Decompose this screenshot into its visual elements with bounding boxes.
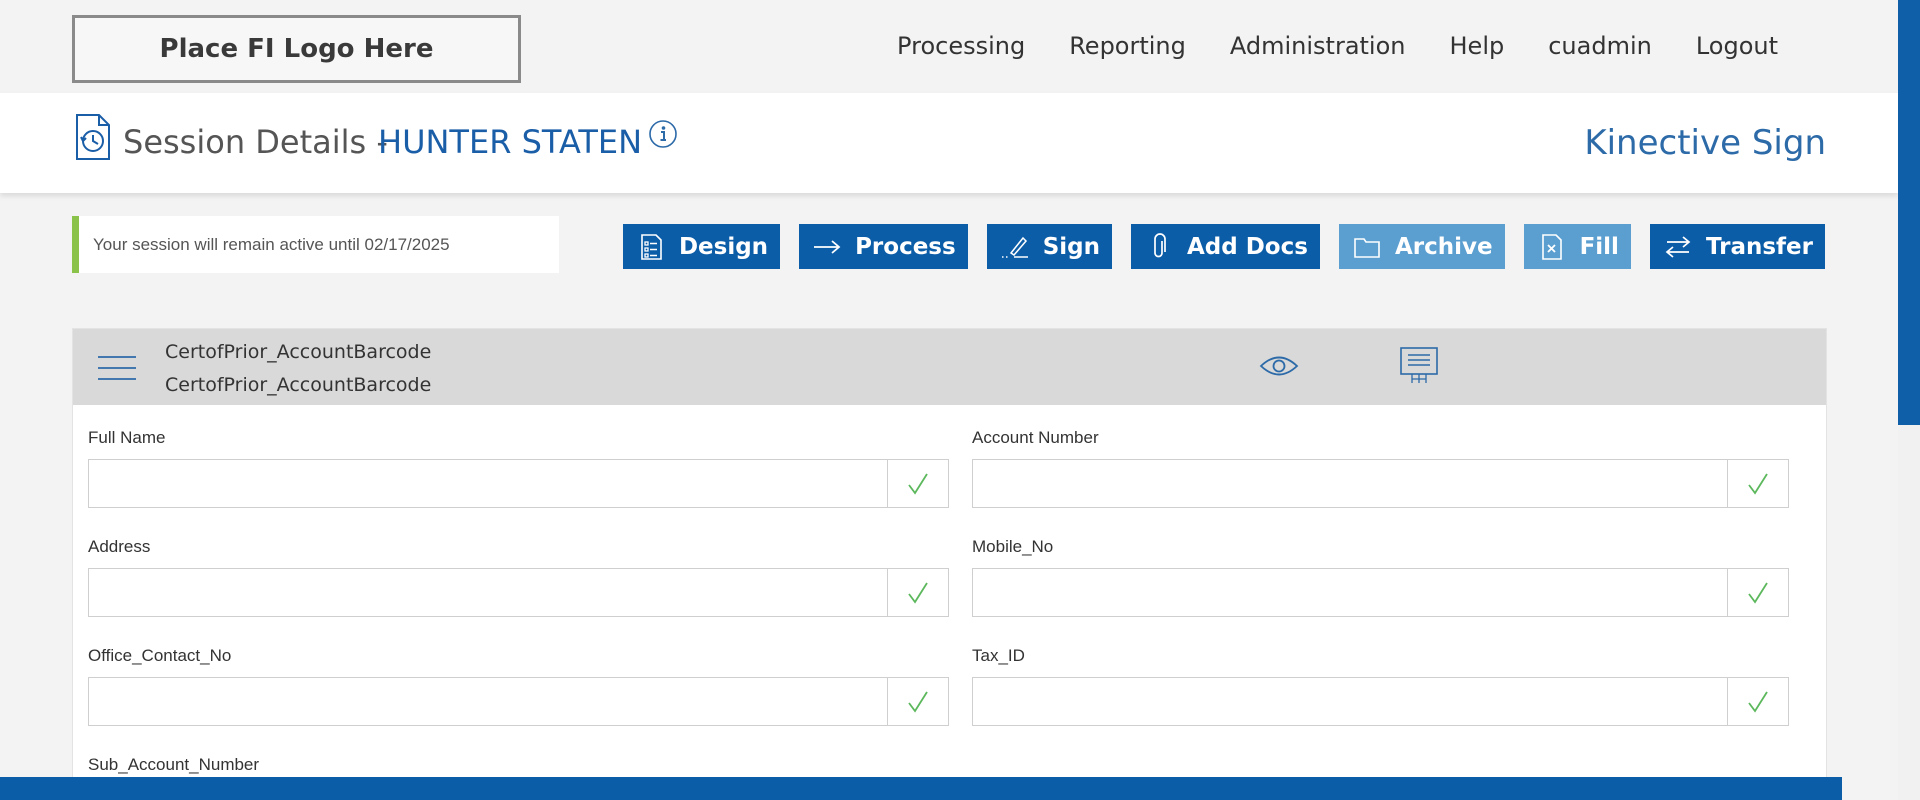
document-name: CertofPrior_AccountBarcode bbox=[165, 341, 432, 363]
mobile-no-input[interactable] bbox=[973, 569, 1727, 616]
swap-arrows-icon bbox=[1665, 235, 1691, 258]
tax-id-label: Tax_ID bbox=[972, 646, 1025, 665]
account-number-label: Account Number bbox=[972, 428, 1099, 447]
sign-button[interactable]: Sign bbox=[986, 224, 1112, 269]
account-number-input[interactable] bbox=[973, 460, 1727, 507]
account-number-valid bbox=[1727, 460, 1788, 507]
mobile-no-field bbox=[972, 568, 1789, 617]
full-name-input[interactable] bbox=[89, 460, 887, 507]
account-number-field bbox=[972, 459, 1789, 508]
archive-button-label: Archive bbox=[1394, 233, 1493, 260]
address-input[interactable] bbox=[89, 569, 887, 616]
tax-id-valid bbox=[1727, 678, 1788, 725]
customer-name: HUNTER STATEN bbox=[378, 123, 643, 161]
checkmark-icon bbox=[1748, 582, 1768, 604]
process-button-label: Process bbox=[855, 233, 956, 260]
history-document-icon bbox=[76, 114, 110, 160]
sub-account-number-label: Sub_Account_Number bbox=[88, 755, 260, 774]
add-docs-button-label: Add Docs bbox=[1186, 233, 1308, 260]
full-name-label: Full Name bbox=[88, 428, 166, 447]
side-strip-lower bbox=[1898, 425, 1920, 800]
fi-logo-placeholder: Place FI Logo Here bbox=[72, 15, 521, 83]
paperclip-icon bbox=[1154, 232, 1166, 257]
address-label: Address bbox=[88, 537, 151, 556]
document-subname: CertofPrior_AccountBarcode bbox=[165, 374, 432, 396]
office-contact-no-label: Office_Contact_No bbox=[88, 646, 232, 665]
checkmark-icon bbox=[908, 473, 928, 495]
checkmark-icon bbox=[908, 582, 928, 604]
folder-icon bbox=[1354, 237, 1380, 258]
design-button[interactable]: Design bbox=[622, 224, 781, 269]
fill-button-label: Fill bbox=[1579, 233, 1619, 260]
nav-help[interactable]: Help bbox=[1450, 32, 1505, 60]
transfer-button[interactable]: Transfer bbox=[1649, 224, 1825, 269]
tax-id-field bbox=[972, 677, 1789, 726]
checkmark-icon bbox=[908, 691, 928, 713]
side-scroll-strip[interactable] bbox=[1898, 0, 1920, 425]
transfer-button-label: Transfer bbox=[1705, 233, 1813, 260]
design-button-label: Design bbox=[678, 233, 769, 260]
office-contact-no-valid bbox=[887, 678, 948, 725]
brand-name: Kinective Sign bbox=[1584, 123, 1826, 163]
add-docs-button[interactable]: Add Docs bbox=[1130, 224, 1320, 269]
hamburger-icon[interactable] bbox=[97, 355, 137, 381]
pen-icon bbox=[1001, 236, 1028, 258]
office-contact-no-input[interactable] bbox=[89, 678, 887, 725]
address-valid bbox=[887, 569, 948, 616]
tax-id-input[interactable] bbox=[973, 678, 1727, 725]
mobile-no-label: Mobile_No bbox=[972, 537, 1054, 556]
eye-icon[interactable] bbox=[1259, 353, 1299, 379]
checkmark-icon bbox=[1748, 691, 1768, 713]
archive-button[interactable]: Archive bbox=[1338, 224, 1505, 269]
checkmark-icon bbox=[1748, 473, 1768, 495]
full-name-valid bbox=[887, 460, 948, 507]
arrow-right-icon bbox=[814, 239, 841, 254]
action-toolbar: Design Process Sign Add Docs Archive Fil… bbox=[622, 224, 1825, 269]
document-header: CertofPrior_AccountBarcode CertofPrior_A… bbox=[73, 329, 1826, 405]
bottom-bar bbox=[0, 777, 1842, 800]
nav-logout[interactable]: Logout bbox=[1696, 32, 1778, 60]
mobile-no-valid bbox=[1727, 569, 1788, 616]
address-field bbox=[88, 568, 949, 617]
session-notice: Your session will remain active until 02… bbox=[72, 216, 559, 273]
nav-administration[interactable]: Administration bbox=[1230, 32, 1406, 60]
presentation-icon[interactable] bbox=[1399, 345, 1439, 385]
top-bar: Place FI Logo Here Processing Reporting … bbox=[0, 0, 1898, 93]
sign-button-label: Sign bbox=[1042, 233, 1100, 260]
info-icon[interactable] bbox=[648, 119, 678, 149]
nav-processing[interactable]: Processing bbox=[897, 32, 1025, 60]
top-nav: Processing Reporting Administration Help… bbox=[897, 32, 1778, 60]
checklist-icon bbox=[641, 233, 662, 260]
document-x-icon bbox=[1541, 233, 1562, 260]
nav-user[interactable]: cuadmin bbox=[1548, 32, 1652, 60]
process-button[interactable]: Process bbox=[799, 224, 968, 269]
page-header: Session Details - HUNTER STATEN Kinectiv… bbox=[0, 93, 1898, 193]
page-title: Session Details - bbox=[123, 123, 388, 161]
nav-reporting[interactable]: Reporting bbox=[1069, 32, 1186, 60]
office-contact-no-field bbox=[88, 677, 949, 726]
fill-button[interactable]: Fill bbox=[1523, 224, 1631, 269]
full-name-field bbox=[88, 459, 949, 508]
document-panel: CertofPrior_AccountBarcode CertofPrior_A… bbox=[72, 328, 1827, 800]
